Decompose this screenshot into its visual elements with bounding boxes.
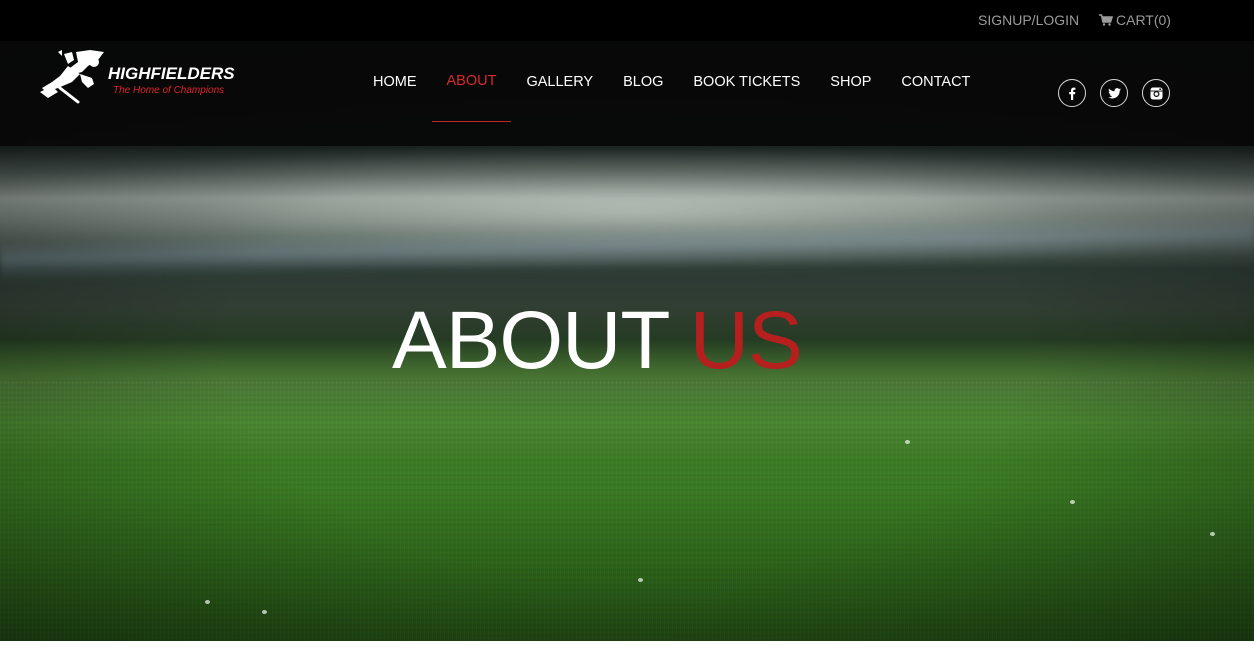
nav-item-contact[interactable]: CONTACT [886, 41, 985, 122]
page: SIGNUP/LOGIN CART(0) HIGHFIELDERS The Ho… [0, 0, 1254, 645]
site-header: HIGHFIELDERS The Home of Champions HOME … [0, 41, 1254, 146]
page-title: ABOUT US [392, 295, 803, 386]
nav-item-home[interactable]: HOME [358, 41, 432, 122]
cart-link[interactable]: CART(0) [1099, 12, 1171, 28]
top-bar: SIGNUP/LOGIN CART(0) [0, 0, 1254, 41]
page-title-accent: US [689, 295, 803, 386]
shopping-cart-icon [1099, 14, 1113, 26]
cart-label: CART(0) [1116, 12, 1171, 28]
facebook-icon [1069, 87, 1076, 100]
instagram-button[interactable] [1142, 79, 1170, 107]
rain-drop [1210, 532, 1215, 536]
logo-brand-text: HIGHFIELDERS [108, 64, 235, 83]
content-start-strip [0, 641, 1254, 645]
twitter-button[interactable] [1100, 79, 1128, 107]
facebook-button[interactable] [1058, 79, 1086, 107]
rain-drop [262, 610, 267, 614]
signup-login-link[interactable]: SIGNUP/LOGIN [978, 12, 1079, 28]
main-nav: HOME ABOUT GALLERY BLOG BOOK TICKETS SHO… [358, 41, 985, 122]
nav-item-about[interactable]: ABOUT [431, 41, 512, 122]
nav-item-book-tickets[interactable]: BOOK TICKETS [678, 41, 815, 122]
rain-drop [1070, 500, 1075, 504]
rain-drop [638, 578, 643, 582]
social-links [1058, 79, 1170, 107]
logo-tagline: The Home of Champions [113, 85, 225, 96]
nav-item-shop[interactable]: SHOP [815, 41, 886, 122]
nav-item-gallery[interactable]: GALLERY [511, 41, 608, 122]
page-title-main: ABOUT [392, 295, 669, 386]
twitter-icon [1107, 87, 1121, 98]
site-logo[interactable]: HIGHFIELDERS The Home of Champions [38, 48, 248, 106]
nav-item-blog[interactable]: BLOG [608, 41, 678, 122]
player-logo-icon [40, 50, 104, 104]
instagram-icon [1150, 87, 1162, 99]
rain-drop [205, 600, 210, 604]
rain-drop [905, 440, 910, 444]
